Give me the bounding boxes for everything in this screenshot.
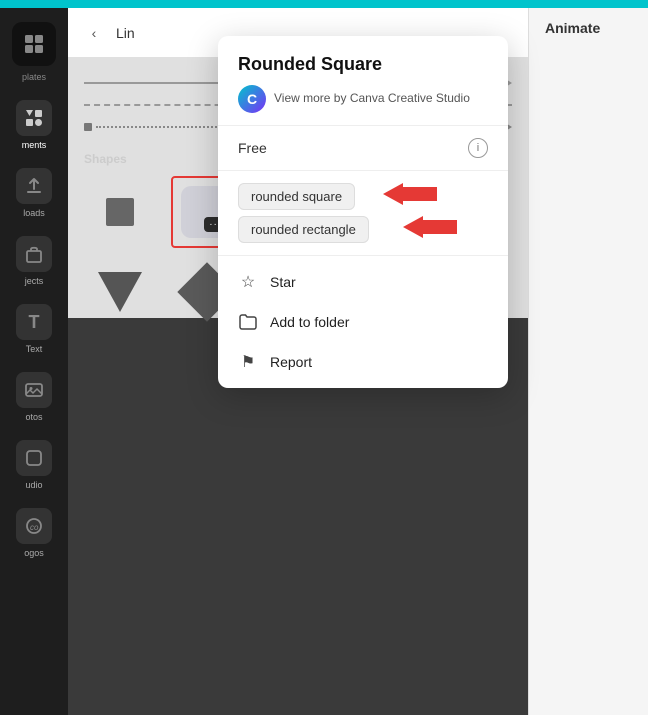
sidebar-plates-label: plates xyxy=(22,72,46,82)
brand-text: View more by Canva Creative Studio xyxy=(274,91,470,107)
logos-icon: co xyxy=(16,508,52,544)
popup-brand: C View more by Canva Creative Studio xyxy=(238,85,488,113)
back-button[interactable]: ‹ xyxy=(80,19,108,47)
tag-row-1: rounded square xyxy=(238,183,488,210)
sidebar-photos-label: otos xyxy=(25,412,42,422)
text-icon: T xyxy=(16,304,52,340)
popup-tags: rounded square rounded rectangle xyxy=(218,171,508,256)
popup-free-section: Free i xyxy=(218,126,508,171)
tag-row-2: rounded rectangle xyxy=(238,216,488,243)
tag-rounded-square[interactable]: rounded square xyxy=(238,183,355,210)
sidebar-item-logos[interactable]: co ogos xyxy=(0,498,68,566)
plates-icon xyxy=(12,22,56,66)
sidebar-text-label: Text xyxy=(26,344,43,354)
photos-icon xyxy=(16,372,52,408)
arrow-1 xyxy=(383,183,437,205)
sidebar-uploads-label: loads xyxy=(23,208,45,218)
brand-icon: C xyxy=(238,85,266,113)
folder-icon xyxy=(238,312,258,332)
objects-icon xyxy=(16,236,52,272)
sidebar-item-studio[interactable]: udio xyxy=(0,430,68,498)
sidebar-item-text[interactable]: T Text xyxy=(0,294,68,362)
sidebar-item-photos[interactable]: otos xyxy=(0,362,68,430)
uploads-icon xyxy=(16,168,52,204)
report-label: Report xyxy=(270,354,312,370)
sidebar-item-plates[interactable]: plates xyxy=(0,8,68,90)
popup-title: Rounded Square xyxy=(238,54,488,75)
report-icon: ⚑ xyxy=(238,352,258,372)
studio-icon xyxy=(16,440,52,476)
menu-item-star[interactable]: ☆ Star xyxy=(218,262,508,302)
sidebar-item-objects[interactable]: jects xyxy=(0,226,68,294)
sidebar-logos-label: ogos xyxy=(24,548,44,558)
svg-text:co: co xyxy=(30,523,39,532)
free-label: Free xyxy=(238,140,267,156)
menu-item-add-folder[interactable]: Add to folder xyxy=(218,302,508,342)
sidebar-elements-label: ments xyxy=(22,140,47,150)
main-area: ‹ Lin S xyxy=(68,8,648,715)
back-icon: ‹ xyxy=(92,25,97,41)
shape-triangle-2[interactable] xyxy=(84,256,156,328)
sidebar-objects-label: jects xyxy=(25,276,44,286)
animate-label: Animate xyxy=(545,20,600,36)
star-icon: ☆ xyxy=(238,272,258,292)
sidebar-item-uploads[interactable]: loads xyxy=(0,158,68,226)
star-label: Star xyxy=(270,274,296,290)
popup-header: Rounded Square C View more by Canva Crea… xyxy=(218,36,508,126)
elements-icon xyxy=(16,100,52,136)
shape-small-square[interactable] xyxy=(84,176,156,248)
add-to-folder-label: Add to folder xyxy=(270,314,349,330)
arrow-2 xyxy=(403,216,457,238)
menu-item-report[interactable]: ⚑ Report xyxy=(218,342,508,382)
info-icon-button[interactable]: i xyxy=(468,138,488,158)
top-bar xyxy=(0,0,648,8)
toolbar-title: Lin xyxy=(116,25,135,41)
right-panel: Animate xyxy=(528,8,648,715)
sidebar-item-elements[interactable]: ments xyxy=(0,90,68,158)
animate-header: Animate xyxy=(529,8,648,48)
tag-rounded-rectangle[interactable]: rounded rectangle xyxy=(238,216,369,243)
popup-menu: ☆ Star Add to folder ⚑ Report xyxy=(218,256,508,388)
sidebar: plates ments loads ject xyxy=(0,8,68,715)
popup: Rounded Square C View more by Canva Crea… xyxy=(218,36,508,388)
sidebar-studio-label: udio xyxy=(25,480,42,490)
